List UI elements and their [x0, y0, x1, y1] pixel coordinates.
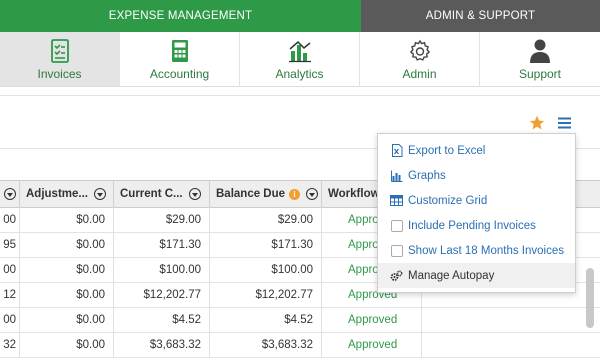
cell-adjustment: $0.00: [20, 257, 114, 282]
cell-adjustment: $0.00: [20, 332, 114, 357]
nav-label: Support: [518, 67, 562, 81]
menu-item-customize-grid[interactable]: Customize Grid: [378, 188, 575, 213]
checkbox-icon[interactable]: [390, 219, 403, 232]
column-header-balance-due[interactable]: Balance Due i: [210, 181, 322, 207]
cell-balance: $3,683.32: [210, 332, 322, 357]
nav-label: Invoices: [37, 67, 82, 81]
table-row[interactable]: 32 $0.00 $3,683.32 $3,683.32 Approved: [0, 332, 600, 358]
menu-label: Customize Grid: [408, 194, 488, 207]
cell-balance: $100.00: [210, 257, 322, 282]
cell-status: Approved: [322, 307, 422, 332]
menu-item-graphs[interactable]: Graphs: [378, 163, 575, 188]
column-header-partial[interactable]: [0, 181, 20, 207]
nav-item-analytics[interactable]: Analytics: [240, 32, 360, 86]
person-icon: [526, 37, 554, 65]
cell-prev: 12: [0, 282, 20, 307]
nav-item-accounting[interactable]: Accounting: [120, 32, 240, 86]
bar-chart-icon: [390, 169, 403, 182]
vertical-scrollbar[interactable]: [586, 268, 594, 328]
bar-chart-icon: [286, 37, 314, 65]
nav-label: Admin: [402, 67, 437, 81]
header-label: Workflow: [328, 188, 380, 200]
top-category-bar: EXPENSE MANAGEMENT ADMIN & SUPPORT: [0, 0, 600, 32]
column-header-current-charges[interactable]: Current C...: [114, 181, 210, 207]
menu-label: Manage Autopay: [408, 269, 495, 282]
column-header-adjustments[interactable]: Adjustme...: [20, 181, 114, 207]
cell-adjustment: $0.00: [20, 207, 114, 232]
module-nav: Invoices Accounting Analytics Admin Supp…: [0, 32, 600, 87]
cell-adjustment: $0.00: [20, 232, 114, 257]
cell-prev: 32: [0, 332, 20, 357]
header-label: Current C...: [120, 188, 183, 200]
menu-item-manage-autopay[interactable]: Manage Autopay: [378, 263, 575, 288]
menu-item-show-18-months[interactable]: Show Last 18 Months Invoices: [378, 238, 575, 263]
admin-support-tab[interactable]: ADMIN & SUPPORT: [361, 0, 600, 32]
gears-icon: [390, 269, 403, 282]
invoice-checklist-icon: [46, 37, 74, 65]
header-label: Balance Due: [216, 188, 286, 200]
nav-label: Accounting: [149, 67, 210, 81]
gear-icon: [406, 37, 434, 65]
cell-prev: 95: [0, 232, 20, 257]
cell-current: $100.00: [114, 257, 210, 282]
cell-balance: $171.30: [210, 232, 322, 257]
cell-current: $3,683.32: [114, 332, 210, 357]
menu-item-include-pending[interactable]: Include Pending Invoices: [378, 213, 575, 238]
excel-file-icon: [390, 144, 403, 157]
cell-balance: $12,202.77: [210, 282, 322, 307]
filter-icon[interactable]: [4, 188, 16, 200]
header-label: Adjustme...: [26, 188, 88, 200]
cell-balance: $29.00: [210, 207, 322, 232]
cell-current: $29.00: [114, 207, 210, 232]
filter-icon[interactable]: [306, 188, 319, 200]
table-row[interactable]: 00 $0.00 $4.52 $4.52 Approved: [0, 307, 600, 333]
menu-label: Export to Excel: [408, 144, 486, 157]
menu-label: Show Last 18 Months Invoices: [408, 244, 564, 257]
menu-label: Include Pending Invoices: [408, 219, 536, 232]
calculator-icon: [166, 37, 194, 65]
grid-options-menu: Export to Excel Graphs Customize Grid In…: [377, 133, 576, 293]
nav-item-invoices[interactable]: Invoices: [0, 32, 120, 86]
cell-status: Approved: [322, 332, 422, 357]
cell-prev: 00: [0, 207, 20, 232]
cell-prev: 00: [0, 307, 20, 332]
info-icon[interactable]: i: [289, 188, 301, 200]
filter-icon[interactable]: [188, 188, 201, 200]
cell-current: $171.30: [114, 232, 210, 257]
cell-current: $12,202.77: [114, 282, 210, 307]
checkbox-icon[interactable]: [390, 244, 403, 257]
hamburger-icon[interactable]: [557, 116, 572, 130]
grid-icon: [390, 194, 403, 207]
cell-current: $4.52: [114, 307, 210, 332]
cell-balance: $4.52: [210, 307, 322, 332]
cell-prev: 00: [0, 257, 20, 282]
star-icon[interactable]: [529, 115, 545, 131]
nav-item-support[interactable]: Support: [480, 32, 600, 86]
filter-icon[interactable]: [93, 188, 106, 200]
menu-label: Graphs: [408, 169, 446, 182]
nav-label: Analytics: [275, 67, 324, 81]
nav-item-admin[interactable]: Admin: [360, 32, 480, 86]
cell-adjustment: $0.00: [20, 282, 114, 307]
menu-item-export-excel[interactable]: Export to Excel: [378, 138, 575, 163]
expense-management-tab[interactable]: EXPENSE MANAGEMENT: [0, 0, 361, 32]
cell-adjustment: $0.00: [20, 307, 114, 332]
